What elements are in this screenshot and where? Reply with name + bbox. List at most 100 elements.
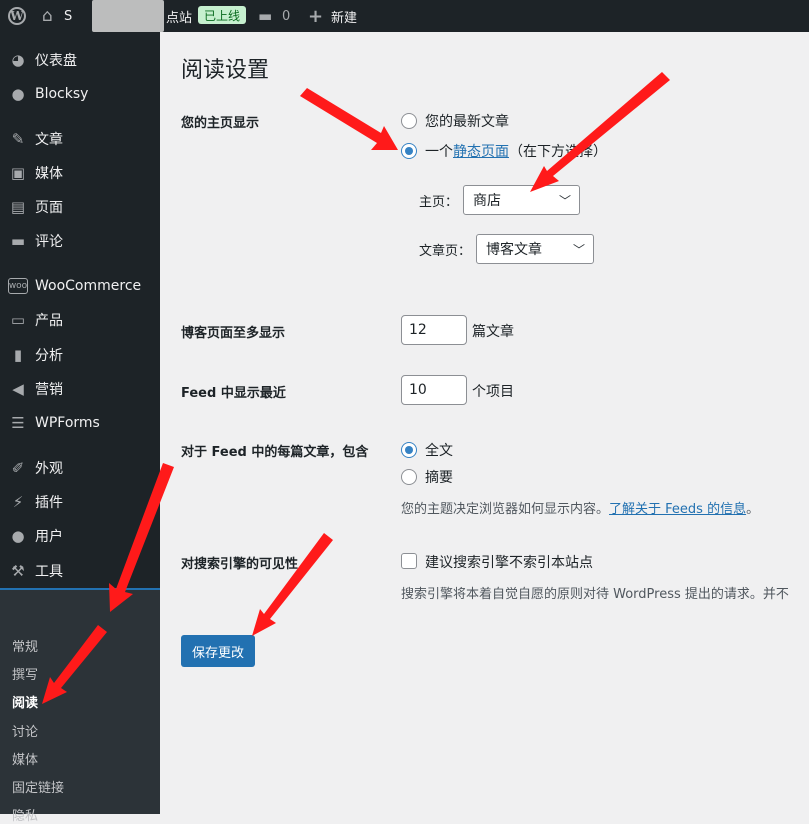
radio-static-page[interactable]: [401, 143, 417, 159]
sidebar-item-label: 插件: [35, 495, 63, 511]
save-button[interactable]: 保存更改: [181, 635, 255, 667]
site-name-redacted: [92, 0, 164, 32]
admin-bar: W ⌂ S 点站 已上线 ▬ 0 + 新建: [0, 0, 809, 32]
submenu-item-permalinks[interactable]: 固定链接: [12, 777, 64, 796]
feed-content-label: 对于 Feed 中的每篇文章，包含: [181, 445, 369, 460]
front-page-label: 主页：: [419, 195, 459, 210]
front-page-value: 商店: [473, 193, 501, 209]
comment-count[interactable]: 0: [282, 0, 290, 32]
static-suffix: （在下方选择）: [509, 144, 607, 160]
submenu-item-general[interactable]: 常规: [12, 636, 38, 655]
sidebar-item-comments[interactable]: ▬ 评论: [0, 224, 160, 258]
sidebar-item-label: Blocksy: [35, 86, 89, 102]
archive-icon: ▭: [10, 311, 26, 329]
page-title: 阅读设置: [181, 58, 270, 83]
discourage-search-checkbox[interactable]: [401, 553, 417, 569]
brush-icon: ✐: [11, 459, 25, 477]
submenu-item-privacy[interactable]: 隐私: [12, 805, 38, 824]
sidebar-item-appearance[interactable]: ✐ 外观: [0, 451, 160, 485]
blocksy-icon: ●: [11, 85, 25, 103]
sidebar-item-label: WooCommerce: [35, 278, 142, 294]
sidebar-item-woocommerce[interactable]: woo WooCommerce: [0, 269, 160, 303]
feed-count-unit: 个项目: [472, 384, 514, 400]
sidebar-item-label: 用户: [35, 529, 63, 545]
megaphone-icon: ◀: [12, 380, 24, 398]
front-page-select[interactable]: 商店 ﹀: [463, 185, 580, 215]
posts-per-page-unit: 篇文章: [472, 324, 514, 340]
sidebar-item-wpforms[interactable]: ☰ WPForms: [0, 406, 160, 440]
sidebar-item-posts[interactable]: ✎ 文章: [0, 122, 160, 156]
static-page-link[interactable]: 静态页面: [453, 144, 509, 160]
comment-icon: ▬: [10, 232, 26, 250]
sidebar-item-label: 仪表盘: [35, 53, 77, 69]
sidebar-item-label: 工具: [35, 564, 63, 580]
sidebar-item-label: WPForms: [35, 415, 100, 431]
radio-summary-label: 摘要: [425, 470, 453, 486]
plugin-icon: ⚡: [12, 493, 24, 511]
submenu-item-media[interactable]: 媒体: [12, 749, 38, 768]
sidebar-item-marketing[interactable]: ◀ 营销: [0, 372, 160, 406]
settings-submenu: 常规 撰写 阅读 讨论 媒体 固定链接 隐私: [0, 590, 160, 824]
search-visibility-label: 对搜索引擎的可见性: [181, 557, 299, 572]
posts-per-page-label: 博客页面至多显示: [181, 326, 286, 341]
radio-latest-posts-label: 您的最新文章: [425, 114, 509, 130]
woocommerce-icon: woo: [8, 278, 28, 294]
main-content: 阅读设置 您的主页显示 您的最新文章 一个静态页面（在下方选择） 主页： 商店 ﹀…: [160, 32, 809, 814]
homepage-display-label: 您的主页显示: [181, 116, 260, 131]
radio-static-page-label: 一个静态页面（在下方选择）: [425, 141, 607, 161]
site-name-suffix[interactable]: 点站: [166, 0, 192, 32]
posts-page-select[interactable]: 博客文章 ﹀: [476, 234, 594, 264]
sidebar-item-dashboard[interactable]: ◕ 仪表盘: [0, 43, 160, 77]
sidebar-item-label: 文章: [35, 132, 63, 148]
form-icon: ☰: [11, 414, 25, 432]
sidebar-item-pages[interactable]: ▤ 页面: [0, 190, 160, 224]
page-icon: ▤: [10, 198, 26, 216]
new-content-button[interactable]: 新建: [331, 0, 357, 32]
chevron-down-icon: ﹀: [572, 243, 585, 257]
discourage-search-label: 建议搜索引擎不索引本站点: [425, 555, 593, 571]
feed-count-input[interactable]: 10: [401, 375, 467, 405]
media-icon: ▣: [10, 164, 26, 182]
sidebar-item-label: 营销: [35, 382, 63, 398]
feeds-info-link[interactable]: 了解关于 Feeds 的信息: [609, 502, 746, 517]
status-badge: 已上线: [198, 6, 247, 24]
sidebar-item-users[interactable]: ● 用户: [0, 519, 160, 553]
sidebar-item-label: 评论: [35, 234, 63, 250]
sidebar-item-label: 外观: [35, 461, 63, 477]
posts-page-label: 文章页：: [419, 244, 472, 259]
submenu-item-reading[interactable]: 阅读: [12, 692, 38, 711]
site-name[interactable]: S: [64, 0, 72, 32]
posts-page-value: 博客文章: [486, 242, 542, 258]
sidebar-item-label: 媒体: [35, 166, 63, 182]
wordpress-logo-button[interactable]: W: [6, 0, 28, 32]
sidebar-item-media[interactable]: ▣ 媒体: [0, 156, 160, 190]
static-prefix: 一个: [425, 144, 453, 160]
radio-full-text-label: 全文: [425, 443, 453, 459]
sidebar-item-blocksy[interactable]: ● Blocksy: [0, 77, 160, 111]
sidebar-item-label: 分析: [35, 348, 63, 364]
sidebar-item-products[interactable]: ▭ 产品: [0, 303, 160, 337]
submenu-item-discussion[interactable]: 讨论: [12, 721, 38, 740]
feed-desc-text: 您的主题决定浏览器如何显示内容。: [401, 502, 610, 517]
radio-latest-posts[interactable]: [401, 113, 417, 129]
sidebar-item-label: 页面: [35, 200, 63, 216]
dashboard-icon: ◕: [11, 51, 25, 69]
feed-content-description: 您的主题决定浏览器如何显示内容。了解关于 Feeds 的信息。: [401, 498, 759, 517]
home-icon[interactable]: ⌂: [42, 0, 53, 32]
sidebar-item-analytics[interactable]: ▮ 分析: [0, 338, 160, 372]
radio-summary[interactable]: [401, 469, 417, 485]
radio-full-text[interactable]: [401, 442, 417, 458]
search-visibility-description: 搜索引擎将本着自觉自愿的原则对待 WordPress 提出的请求。并不: [401, 587, 789, 602]
submenu-item-writing[interactable]: 撰写: [12, 664, 38, 683]
sidebar-item-plugins[interactable]: ⚡ 插件: [0, 485, 160, 519]
chart-icon: ▮: [13, 346, 23, 364]
wrench-icon: ⚒: [11, 562, 25, 580]
comment-icon[interactable]: ▬: [258, 0, 272, 32]
feed-count-label: Feed 中显示最近: [181, 386, 286, 401]
plus-icon[interactable]: +: [308, 0, 323, 32]
sidebar-item-tools[interactable]: ⚒ 工具: [0, 554, 160, 588]
chevron-down-icon: ﹀: [558, 194, 571, 208]
feed-desc-suffix: 。: [746, 502, 760, 517]
posts-per-page-input[interactable]: 12: [401, 315, 467, 345]
pin-icon: ✎: [11, 130, 25, 148]
